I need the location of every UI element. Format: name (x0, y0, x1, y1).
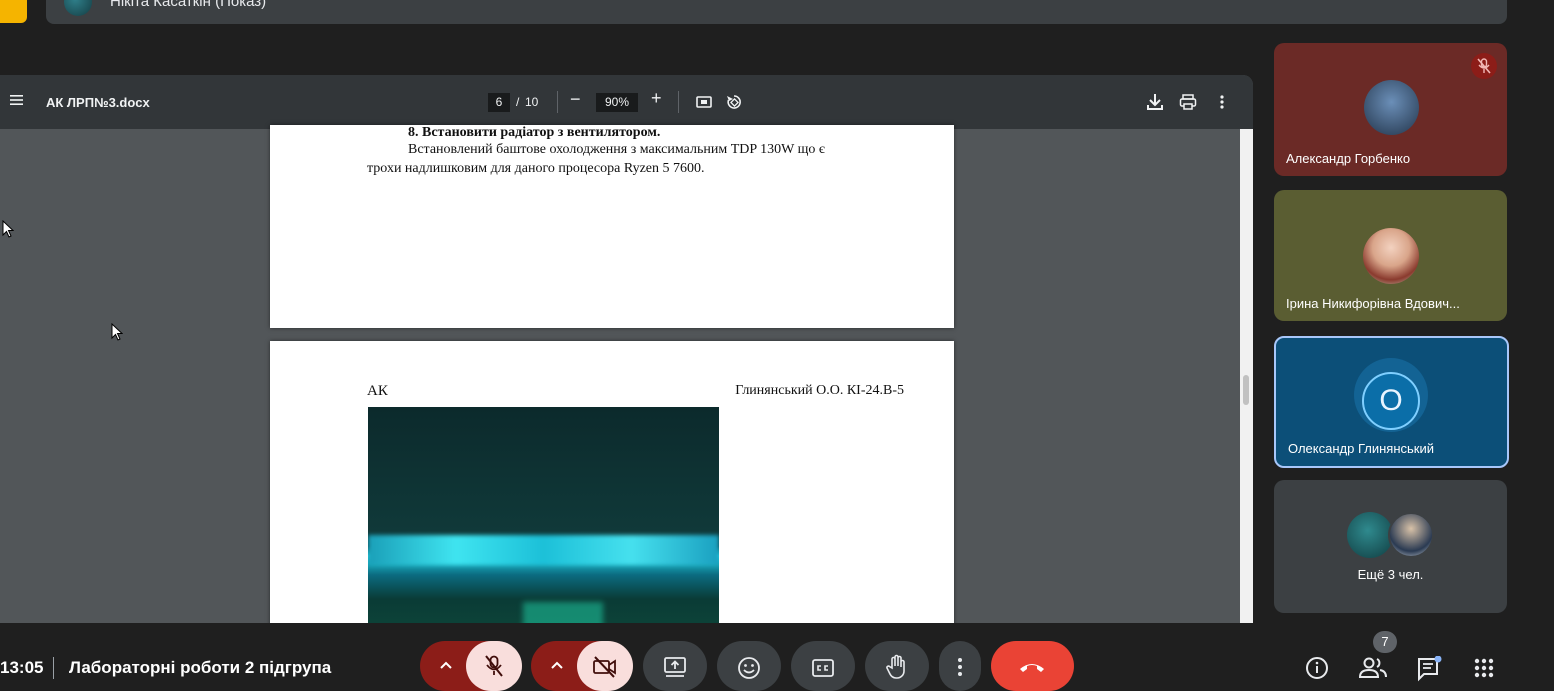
download-icon[interactable] (1145, 92, 1165, 112)
pdf-scroll-thumb[interactable] (1243, 375, 1249, 405)
page-header-right: Глинянський О.О. КІ-24.В-5 (735, 383, 904, 398)
more-participants-tile[interactable]: Ещё 3 чел. (1274, 480, 1507, 613)
avatar (1363, 228, 1419, 284)
avatar (1388, 512, 1434, 558)
mic-off-icon (485, 655, 503, 677)
muted-indicator (1471, 53, 1497, 79)
page-total: 10 (525, 95, 539, 109)
captions-icon (812, 659, 834, 677)
mic-off-icon (1477, 58, 1491, 74)
page-number-input[interactable]: 6 (488, 93, 510, 112)
more-vert-icon[interactable] (1219, 94, 1225, 110)
divider (53, 657, 54, 679)
paragraph-line: Встановлений баштове охолодження з макси… (408, 142, 825, 157)
print-icon[interactable] (1179, 93, 1197, 111)
presenting-badge[interactable] (0, 0, 27, 23)
participant-tile[interactable]: Ірина Никифорівна Вдович... (1274, 190, 1507, 321)
menu-icon[interactable] (10, 95, 23, 105)
document-photo (368, 407, 719, 623)
avatar (1364, 80, 1419, 135)
emoji-icon (738, 657, 760, 679)
pdf-viewer: АК ЛРП№3.docx 6 / 10 − 90% + 8. Встанови… (0, 75, 1253, 623)
pdf-page: 8. Встановити радіатор з вентилятором. В… (270, 125, 954, 328)
cursor-icon (111, 323, 123, 341)
zoom-level-input[interactable]: 90% (596, 93, 638, 112)
pdf-toolbar: АК ЛРП№3.docx 6 / 10 − 90% + (0, 75, 1253, 129)
presenter-name: Нікіта Касаткін (Показ) (110, 0, 267, 10)
participant-name: Александр Горбенко (1286, 151, 1411, 166)
fit-page-icon[interactable] (695, 93, 713, 111)
zoom-in-button[interactable]: + (651, 88, 662, 109)
section-heading: 8. Встановити радіатор з вентилятором. (408, 125, 661, 140)
chevron-up-icon[interactable] (440, 661, 452, 669)
toolbar-divider (557, 91, 558, 113)
chat-icon[interactable] (1416, 656, 1442, 682)
page-header-left: АК (367, 383, 388, 399)
more-vert-icon (958, 658, 962, 676)
page-separator: / (516, 95, 520, 109)
present-icon (664, 657, 686, 677)
avatar-initial: О (1362, 372, 1420, 430)
meeting-clock: 13:05 (0, 658, 44, 677)
participant-name: Ірина Никифорівна Вдович... (1286, 296, 1460, 311)
participant-tile-active[interactable]: О Олександр Глинянський (1274, 336, 1509, 468)
chevron-up-icon[interactable] (551, 661, 563, 669)
rotate-icon[interactable] (725, 93, 743, 111)
participant-name: Олександр Глинянський (1288, 441, 1434, 456)
pdf-page: АК Глинянський О.О. КІ-24.В-5 (270, 341, 954, 623)
more-participants-label: Ещё 3 чел. (1357, 567, 1424, 582)
paragraph-line: трохи надлишковим для даного процесора R… (367, 161, 705, 176)
zoom-out-button[interactable]: − (570, 89, 581, 110)
cursor-icon (2, 220, 14, 238)
toolbar-divider (678, 91, 679, 113)
people-icon[interactable] (1358, 656, 1388, 680)
meeting-title: Лабораторні роботи 2 підгрупа (69, 658, 332, 677)
participant-tile[interactable]: Александр Горбенко (1274, 43, 1507, 176)
participant-count-badge: 7 (1373, 631, 1397, 653)
avatar (1347, 512, 1393, 558)
apps-grid-icon[interactable] (1474, 658, 1494, 678)
document-title: АК ЛРП№3.docx (46, 95, 150, 110)
info-icon[interactable] (1305, 656, 1329, 680)
end-call-icon (1020, 664, 1044, 672)
camera-off-icon (593, 656, 616, 678)
raise-hand-icon (886, 654, 905, 679)
